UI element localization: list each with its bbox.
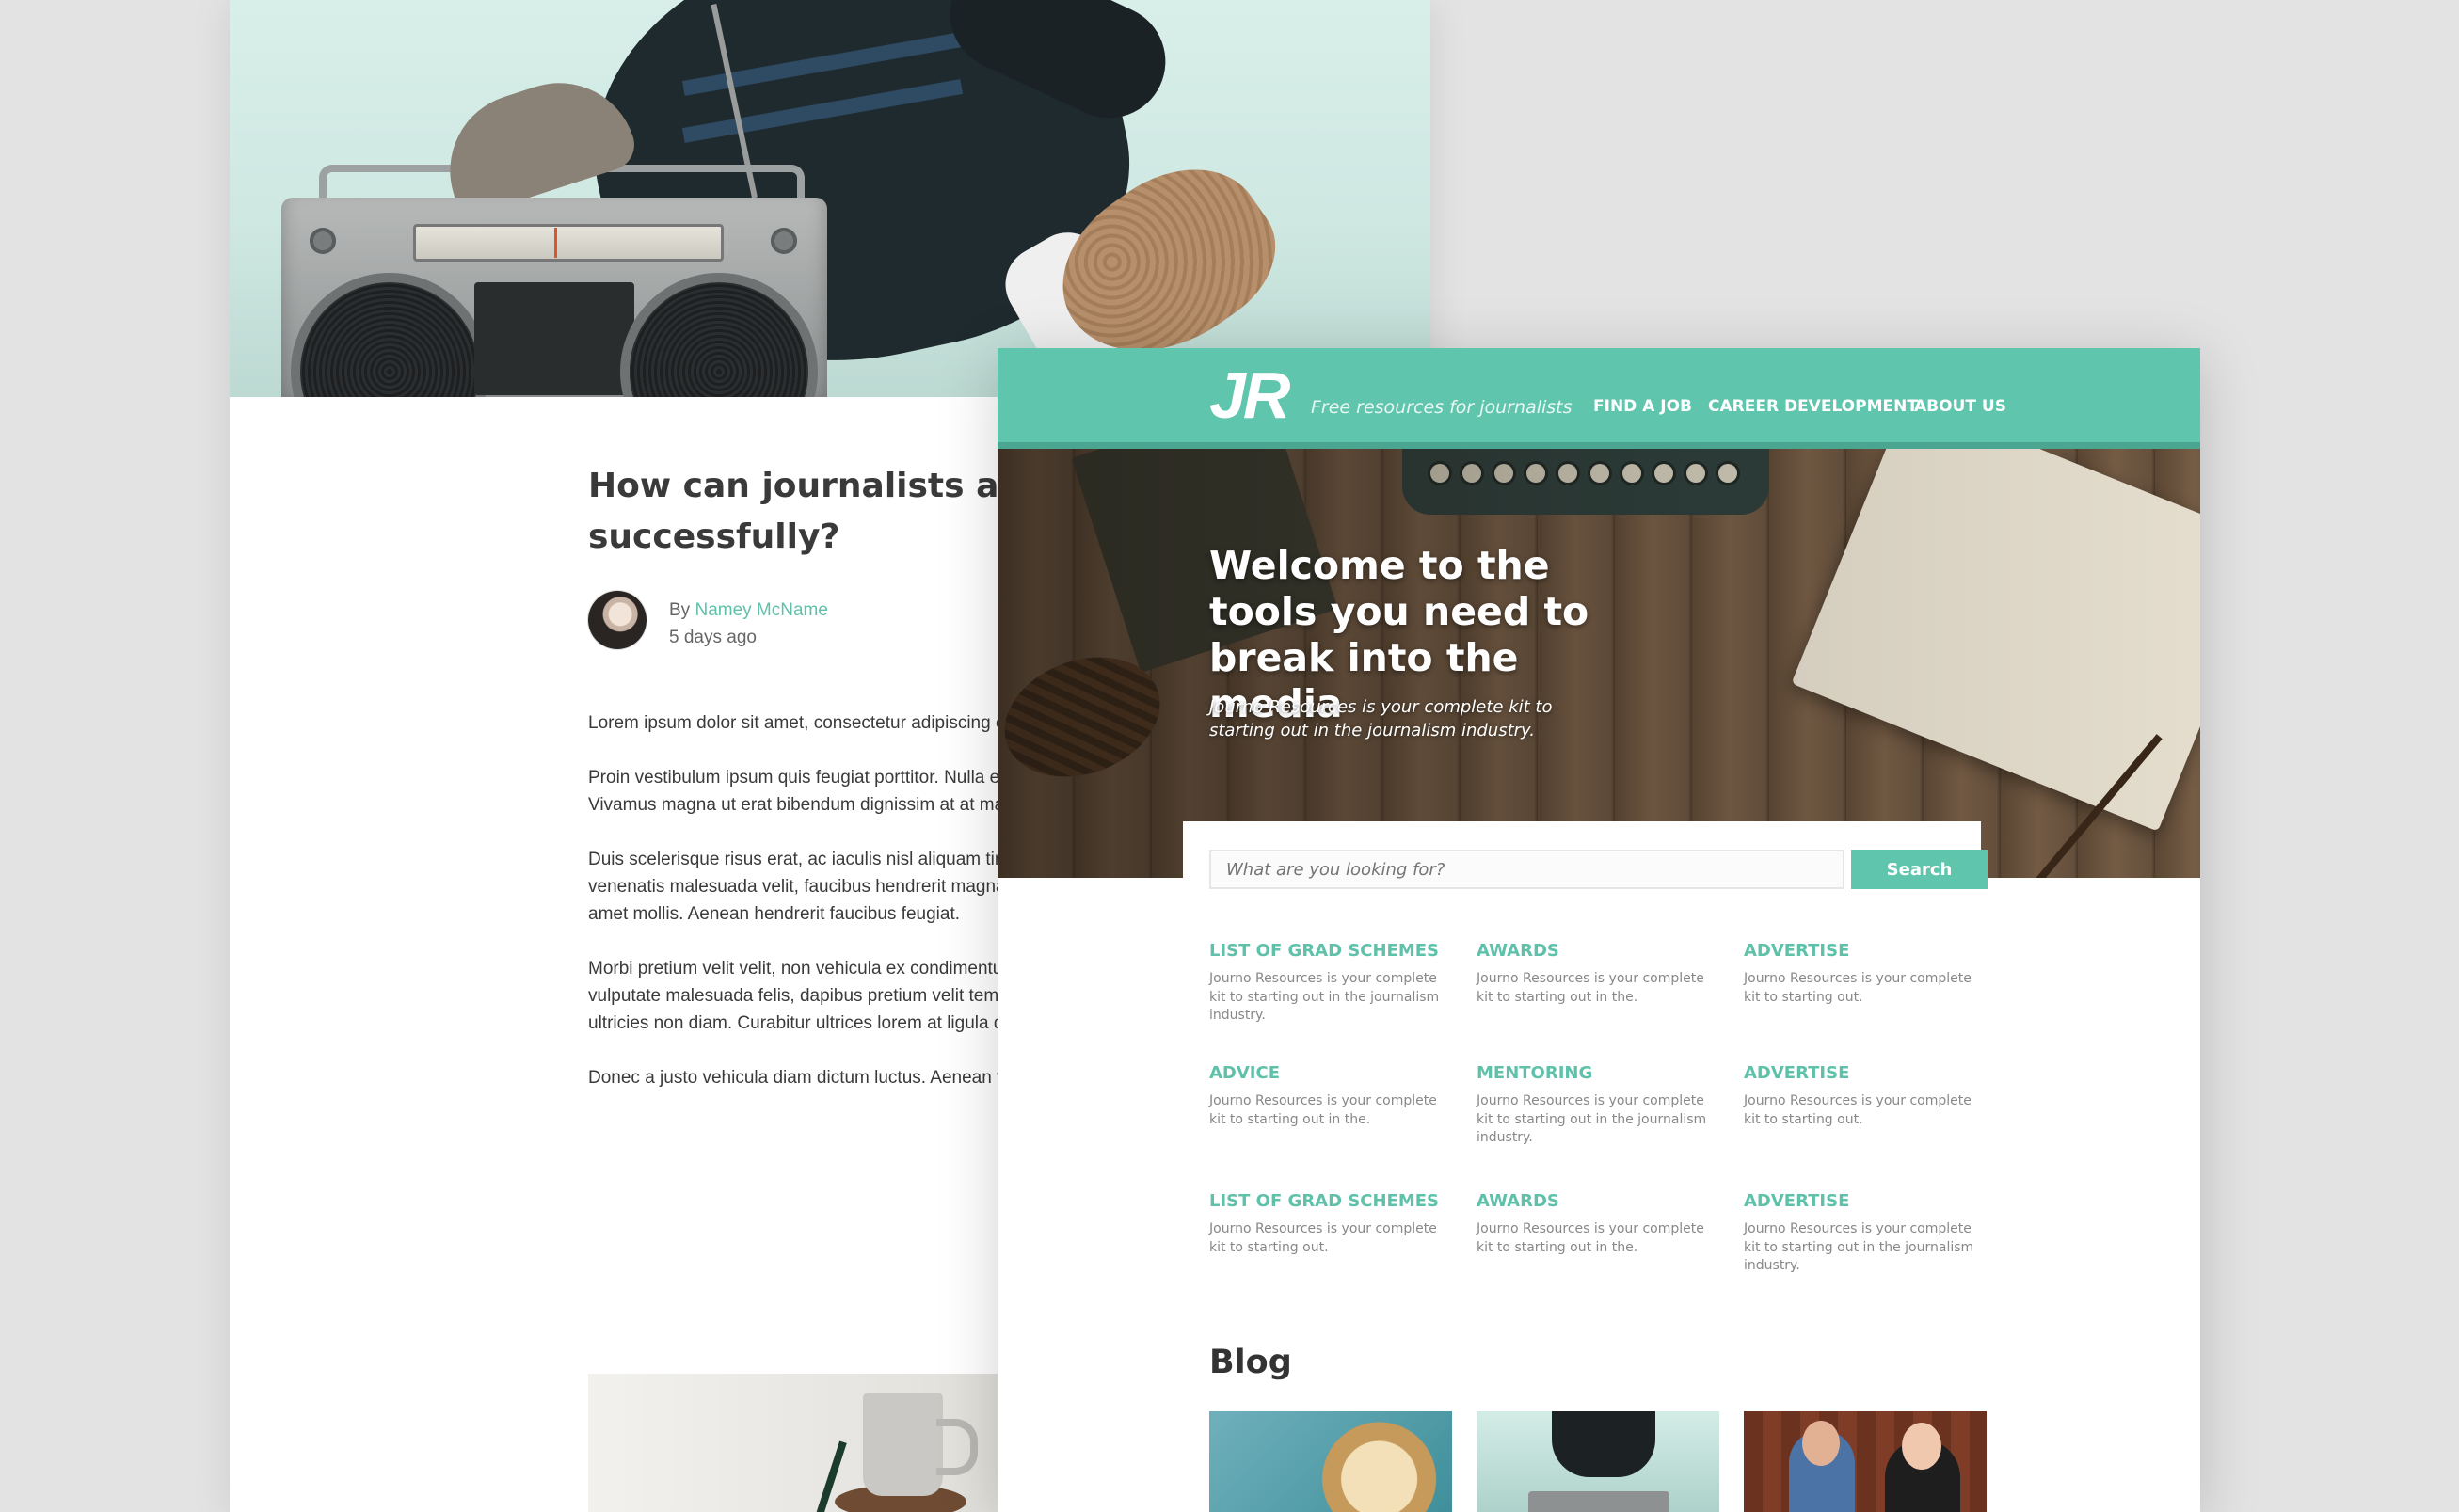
blog-thumbnail[interactable] [1477, 1411, 1719, 1512]
category-description: Journo Resources is your complete kit to… [1744, 1221, 1974, 1273]
category-item: ADVERTISE Journo Resources is your compl… [1744, 941, 1979, 1007]
category-description: Journo Resources is your complete kit to… [1744, 971, 1972, 1005]
category-description: Journo Resources is your complete kit to… [1477, 971, 1704, 1005]
category-description: Journo Resources is your complete kit to… [1744, 1093, 1972, 1127]
site-tagline: Free resources for journalists [1311, 397, 1573, 418]
nav-about-us[interactable]: ABOUT US [1914, 397, 2006, 416]
category-link[interactable]: LIST OF GRAD SCHEMES [1209, 941, 1445, 961]
hero-banner: Welcome to the tools you need to break i… [998, 449, 2200, 878]
site-header: JR Free resources for journalists FIND A… [998, 348, 2200, 449]
category-link[interactable]: ADVERTISE [1744, 941, 1979, 961]
category-link[interactable]: AWARDS [1477, 1191, 1712, 1211]
category-item: LIST OF GRAD SCHEMES Journo Resources is… [1209, 1191, 1445, 1257]
nav-career-development[interactable]: CAREER DEVELOPMENT [1708, 397, 1918, 416]
category-item: ADVERTISE Journo Resources is your compl… [1744, 1191, 1979, 1276]
blog-heading: Blog [1209, 1344, 1292, 1381]
author-prefix: By [669, 600, 691, 620]
category-item: ADVERTISE Journo Resources is your compl… [1744, 1063, 1979, 1129]
category-link[interactable]: MENTORING [1477, 1063, 1712, 1083]
category-item: ADVICE Journo Resources is your complete… [1209, 1063, 1445, 1129]
category-description: Journo Resources is your complete kit to… [1209, 971, 1440, 1023]
category-item: MENTORING Journo Resources is your compl… [1477, 1063, 1712, 1148]
category-item: AWARDS Journo Resources is your complete… [1477, 941, 1712, 1007]
category-description: Journo Resources is your complete kit to… [1209, 1093, 1437, 1127]
category-item: LIST OF GRAD SCHEMES Journo Resources is… [1209, 941, 1445, 1026]
category-item: AWARDS Journo Resources is your complete… [1477, 1191, 1712, 1257]
hero-subtext: Journo Resources is your complete kit to… [1209, 697, 1553, 740]
category-link[interactable]: AWARDS [1477, 941, 1712, 961]
category-link[interactable]: ADVERTISE [1744, 1063, 1979, 1083]
category-link[interactable]: LIST OF GRAD SCHEMES [1209, 1191, 1445, 1211]
article-hero-image [230, 0, 1430, 397]
search-button[interactable]: Search [1851, 850, 1988, 889]
search-panel: Search [1183, 821, 1988, 901]
blog-thumbnail[interactable] [1209, 1411, 1452, 1512]
author-meta: By Namey McName 5 days ago [669, 597, 828, 651]
author-name-link[interactable]: Namey McName [695, 600, 827, 620]
search-input[interactable] [1209, 850, 1844, 889]
post-date: 5 days ago [669, 628, 757, 647]
category-description: Journo Resources is your complete kit to… [1477, 1221, 1704, 1255]
nav-find-a-job[interactable]: FIND A JOB [1593, 397, 1692, 416]
category-link[interactable]: ADVERTISE [1744, 1191, 1979, 1211]
site-logo[interactable]: JR [1209, 358, 1291, 433]
homepage-mockup: JR Free resources for journalists FIND A… [998, 348, 2200, 1512]
blog-thumbnail[interactable] [1744, 1411, 1987, 1512]
category-link[interactable]: ADVICE [1209, 1063, 1445, 1083]
category-description: Journo Resources is your complete kit to… [1477, 1093, 1707, 1145]
author-avatar [588, 591, 647, 649]
category-description: Journo Resources is your complete kit to… [1209, 1221, 1437, 1255]
